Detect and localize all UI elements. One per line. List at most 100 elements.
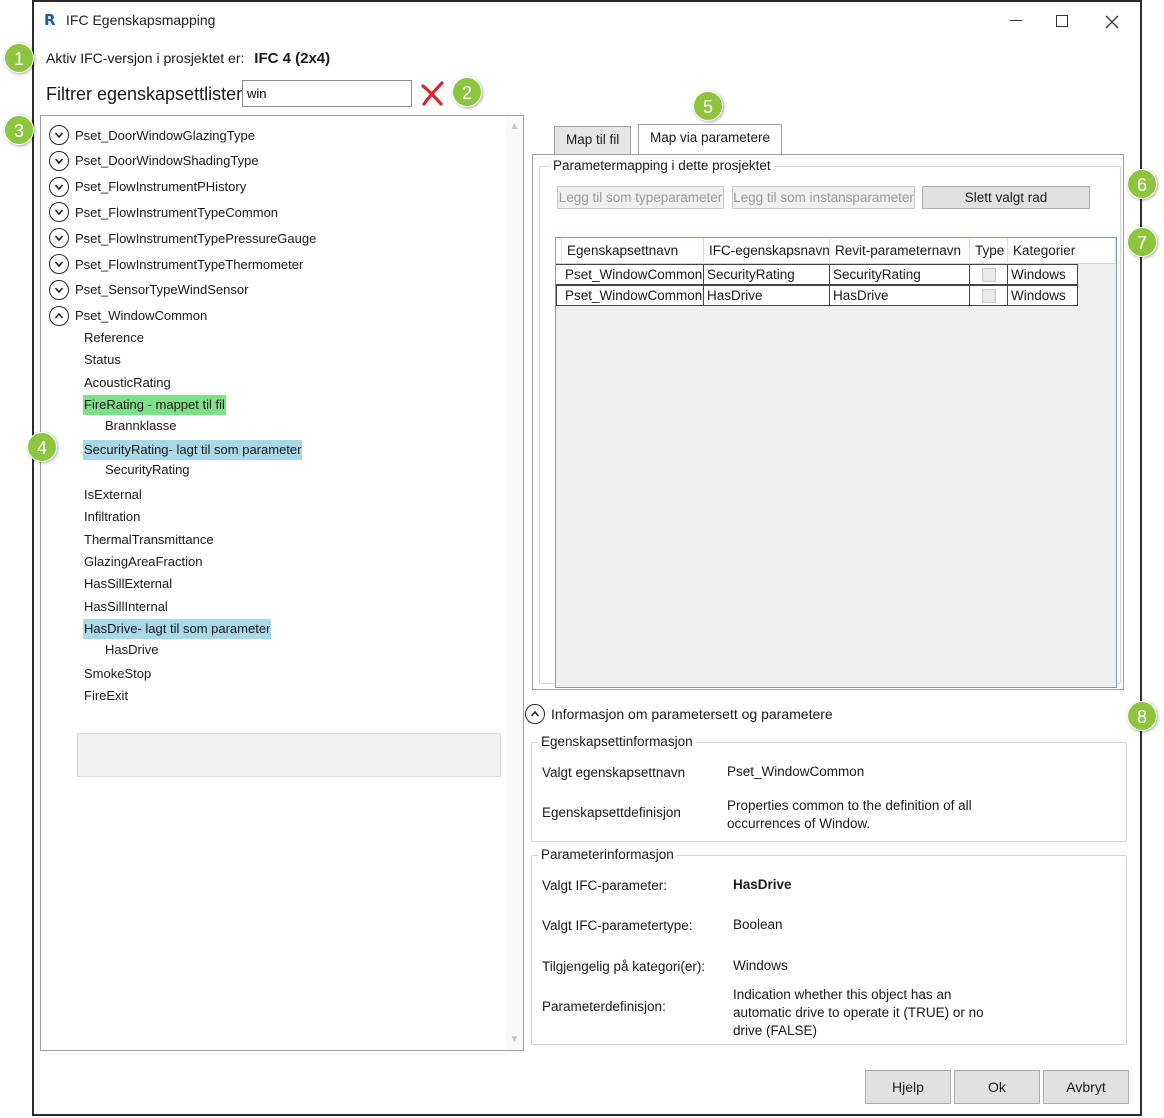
tab-map-via-parametere[interactable]: Map via parametere: [638, 124, 783, 154]
chevron-down-icon[interactable]: [49, 125, 69, 145]
pset-definition-value: Properties common to the definition of a…: [727, 798, 972, 831]
tree-item-pset[interactable]: Pset_FlowInstrumentTypeThermometer: [49, 253, 303, 275]
chevron-down-icon[interactable]: [49, 228, 69, 249]
tree-item-property[interactable]: GlazingAreaFraction: [83, 552, 204, 572]
help-button[interactable]: Hjelp: [865, 1070, 951, 1104]
tree-item-pset[interactable]: Pset_WindowCommon: [49, 305, 207, 327]
tree-item-property[interactable]: Reference: [83, 328, 145, 348]
cell-pset[interactable]: Pset_WindowCommon: [562, 286, 704, 305]
tree-item-label: Pset_FlowInstrumentTypePressureGauge: [75, 230, 317, 246]
chevron-down-icon[interactable]: [49, 202, 69, 223]
chevron-up-icon[interactable]: [525, 704, 545, 724]
cell-categories[interactable]: Windows: [1008, 286, 1078, 305]
selected-param-value: HasDrive: [733, 877, 792, 892]
tree-item-pset[interactable]: Pset_SensorTypeWindSensor: [49, 279, 248, 301]
param-type-label: Valgt IFC-parametertype:: [542, 918, 693, 933]
clear-filter-button[interactable]: [420, 80, 446, 108]
info-section-toggle[interactable]: Informasjon om parametersett og paramete…: [525, 704, 833, 724]
tree-item-property[interactable]: FireRating - mappet til fil: [83, 395, 226, 416]
cell-type-checkbox[interactable]: [970, 286, 1008, 305]
cell-pset[interactable]: Pset_WindowCommon: [562, 265, 704, 284]
cell-revit[interactable]: SecurityRating: [830, 265, 970, 284]
column-header-ifc[interactable]: IFC-egenskapsnavn: [704, 238, 830, 264]
tree-item-property[interactable]: Infiltration: [83, 507, 141, 527]
clear-filter-icon: [421, 81, 444, 106]
tree-item-property[interactable]: FireExit: [83, 686, 129, 706]
param-category-value: Windows: [733, 958, 788, 973]
scroll-down-icon[interactable]: ▼: [509, 1034, 520, 1045]
tree-item-property[interactable]: IsExternal: [83, 485, 143, 505]
cell-categories[interactable]: Windows: [1008, 265, 1078, 284]
chevron-up-icon[interactable]: [49, 305, 69, 326]
filter-input[interactable]: [242, 80, 412, 107]
title-bar: R IFC Egenskapsmapping: [34, 2, 1140, 38]
tab-panel-parameters: Parametermapping i dette prosjektet Legg…: [532, 154, 1124, 690]
mapping-grid[interactable]: Egenskapsettnavn IFC-egenskapsnavn Revit…: [555, 237, 1117, 688]
tree-item-pset[interactable]: Pset_FlowInstrumentTypePressureGauge: [49, 227, 316, 249]
grid-header: Egenskapsettnavn IFC-egenskapsnavn Revit…: [556, 238, 1116, 264]
filter-label: Filtrer egenskapsettlisten: [46, 84, 247, 104]
tree-item-pset[interactable]: Pset_FlowInstrumentTypeCommon: [49, 201, 278, 223]
ok-button[interactable]: Ok: [954, 1070, 1040, 1104]
tree-item-property[interactable]: SecurityRating- lagt til som parameter: [83, 440, 303, 460]
cell-ifc[interactable]: SecurityRating: [704, 265, 830, 284]
tree-item-label: Pset_WindowCommon: [75, 308, 208, 324]
selected-pset-value: Pset_WindowCommon: [727, 764, 865, 779]
tree-item-label: Pset_DoorWindowGlazingType: [75, 127, 255, 143]
tree-item-mapped-parameter[interactable]: SecurityRating: [105, 460, 190, 480]
tree-scrollbar[interactable]: ▲ ▼: [506, 116, 523, 1050]
tree-item-property[interactable]: ThermalTransmittance: [83, 530, 215, 550]
tree-item-property[interactable]: HasSillInternal: [83, 597, 169, 617]
ifc-version-label: Aktiv IFC-versjon i prosjektet er:: [46, 50, 245, 66]
cancel-button[interactable]: Avbryt: [1043, 1070, 1129, 1104]
cell-revit[interactable]: HasDrive: [830, 286, 970, 305]
tree-item-property[interactable]: HasSillExternal: [83, 574, 173, 594]
tree-item-pset[interactable]: Pset_FlowInstrumentPHistory: [49, 176, 246, 198]
tree-item-label: Pset_FlowInstrumentPHistory: [75, 179, 247, 195]
cell-ifc[interactable]: HasDrive: [704, 286, 830, 305]
callout-marker: 1: [4, 43, 34, 73]
chevron-down-icon[interactable]: [49, 254, 69, 274]
pset-definition-label: Egenskapsettdefinisjon: [542, 805, 681, 820]
tree-item-label: Pset_SensorTypeWindSensor: [75, 282, 249, 298]
tab-map-til-fil[interactable]: Map til fil: [554, 126, 632, 154]
column-header-categories[interactable]: Kategorier: [1008, 238, 1116, 264]
ifc-version-value: IFC 4 (2x4): [254, 50, 331, 67]
tree-item-label: Pset_FlowInstrumentTypeCommon: [75, 204, 279, 220]
tree-item-property[interactable]: HasDrive- lagt til som parameter: [83, 619, 272, 640]
chevron-down-icon[interactable]: [49, 279, 69, 300]
table-row[interactable]: Pset_WindowCommon SecurityRating Securit…: [562, 264, 1078, 285]
cell-type-checkbox[interactable]: [970, 265, 1008, 284]
maximize-button[interactable]: [1042, 8, 1082, 34]
table-row[interactable]: Pset_WindowCommon HasDrive HasDrive Wind…: [562, 285, 1078, 306]
tree-item-property[interactable]: Status: [83, 350, 122, 370]
chevron-down-icon[interactable]: [49, 176, 69, 197]
property-set-tree[interactable]: Pset_DoorWindowGlazingType Pset_DoorWindo…: [40, 115, 524, 1051]
tree-item-pset[interactable]: Pset_DoorWindowShadingType: [49, 150, 259, 172]
parameter-mapping-group: Parametermapping i dette prosjektet Legg…: [539, 158, 1121, 688]
parameter-mapping-title: Parametermapping i dette prosjektet: [550, 158, 774, 173]
tree-item-label: Pset_FlowInstrumentTypeThermometer: [75, 256, 304, 272]
column-header-type[interactable]: Type: [970, 238, 1008, 264]
delete-row-button[interactable]: Slett valgt rad: [922, 186, 1090, 209]
add-type-parameter-button[interactable]: Legg til som typeparameter: [557, 186, 724, 209]
minimize-button[interactable]: [996, 8, 1036, 34]
param-category-label: Tilgjengelig på kategori(er):: [542, 959, 706, 974]
pset-info-title: Egenskapsettinformasjon: [538, 734, 696, 749]
pset-info-group: Egenskapsettinformasjon Valgt egenskapse…: [531, 734, 1127, 842]
column-header-pset[interactable]: Egenskapsettnavn: [562, 238, 704, 264]
chevron-down-icon[interactable]: [49, 150, 69, 171]
add-instance-parameter-button[interactable]: Legg til som instansparameter: [732, 186, 915, 209]
selected-param-label: Valgt IFC-parameter:: [542, 878, 668, 893]
tree-item-property[interactable]: SmokeStop: [83, 664, 152, 684]
tree-item-property[interactable]: AcousticRating: [83, 373, 172, 393]
column-header-revit[interactable]: Revit-parameternavn: [830, 238, 970, 264]
close-button[interactable]: [1092, 8, 1132, 34]
tree-item-mapped-parameter[interactable]: HasDrive: [105, 640, 158, 660]
tree-item-pset[interactable]: Pset_DoorWindowGlazingType: [49, 124, 255, 146]
scroll-up-icon[interactable]: ▲: [509, 121, 520, 132]
callout-marker: 4: [27, 432, 57, 462]
param-info-group: Parameterinformasjon Valgt IFC-parameter…: [531, 847, 1127, 1045]
tree-item-mapped-parameter[interactable]: Brannklasse: [105, 416, 177, 436]
close-icon: [1105, 15, 1119, 29]
